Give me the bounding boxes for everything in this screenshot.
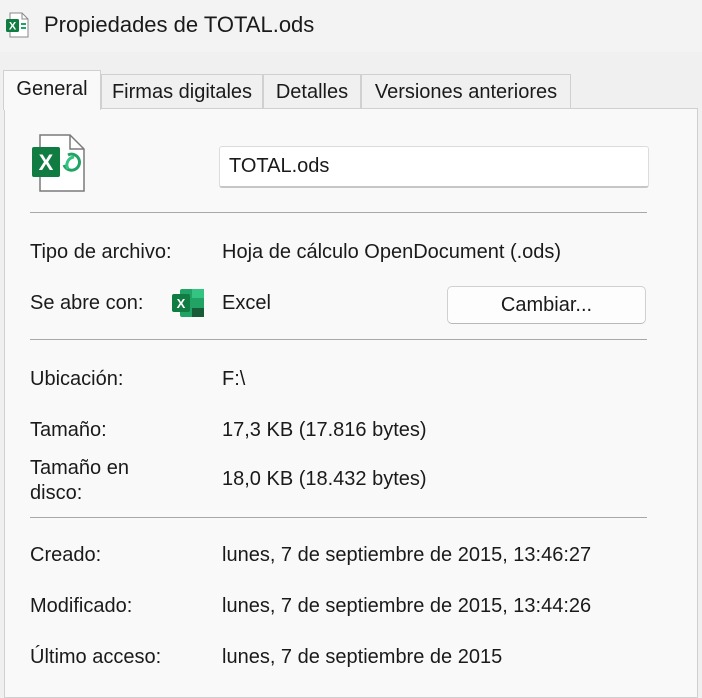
file-name-input[interactable]: [219, 146, 649, 188]
modified-value: lunes, 7 de septiembre de 2015, 13:44:26: [222, 595, 592, 617]
tab-general[interactable]: General: [3, 70, 101, 110]
size-on-disk-value: 18,0 KB (18.432 bytes): [222, 468, 427, 490]
location-label: Ubicación:: [30, 368, 124, 390]
accessed-label: Último acceso:: [30, 646, 162, 668]
size-value: 17,3 KB (17.816 bytes): [222, 419, 427, 441]
separator: [30, 339, 647, 340]
window-title: Propiedades de TOTAL.ods: [44, 12, 315, 37]
size-label: Tamaño:: [30, 419, 107, 441]
opens-with-label: Se abre con:: [30, 292, 144, 314]
file-type-value: Hoja de cálculo OpenDocument (.ods): [222, 241, 562, 263]
created-value: lunes, 7 de septiembre de 2015, 13:46:27: [222, 544, 592, 566]
separator: [30, 212, 647, 213]
accessed-value: lunes, 7 de septiembre de 2015: [222, 646, 503, 668]
tab-previous-versions[interactable]: Versiones anteriores: [361, 74, 571, 108]
size-on-disk-label-line2: disco:: [30, 482, 83, 504]
tab-details[interactable]: Detalles: [263, 74, 361, 108]
modified-label: Modificado:: [30, 595, 133, 617]
spreadsheet-icon: X: [6, 12, 29, 38]
file-type-label: Tipo de archivo:: [30, 241, 172, 263]
separator: [30, 517, 647, 518]
svg-text:X: X: [177, 296, 186, 311]
opens-with-value: Excel: [222, 292, 271, 314]
svg-text:X: X: [39, 150, 54, 175]
size-on-disk-label-line1: Tamaño en: [30, 457, 129, 479]
excel-app-icon: X: [172, 289, 204, 317]
excel-file-icon: X: [32, 134, 85, 192]
title-bar: X Propiedades de TOTAL.ods: [0, 0, 702, 52]
change-app-button[interactable]: Cambiar...: [447, 286, 646, 324]
created-label: Creado:: [30, 544, 102, 566]
svg-text:X: X: [9, 21, 17, 33]
tab-digital-signatures[interactable]: Firmas digitales: [101, 74, 263, 108]
tab-bar: General Firmas digitales Detalles Versio…: [0, 70, 702, 110]
location-value: F:\: [222, 368, 246, 390]
